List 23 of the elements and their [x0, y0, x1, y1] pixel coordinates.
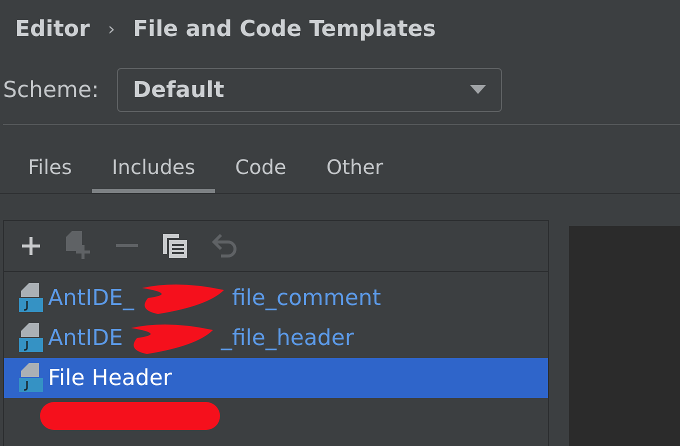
- scheme-label: Scheme:: [3, 78, 99, 102]
- tab[interactable]: Other: [306, 149, 404, 193]
- java-file-icon: [18, 283, 44, 313]
- java-file-icon: [18, 323, 44, 353]
- template-item[interactable]: AntIDE _file_header: [4, 318, 548, 358]
- template-item[interactable]: AntIDE_ file_comment: [4, 278, 548, 318]
- breadcrumb-parent[interactable]: Editor: [15, 16, 90, 42]
- template-name: AntIDE: [48, 326, 123, 350]
- tab[interactable]: Includes: [92, 149, 216, 193]
- template-name: File Header: [48, 366, 172, 390]
- add-icon[interactable]: [20, 235, 42, 257]
- breadcrumb-separator: ›: [108, 18, 116, 40]
- java-file-icon: [18, 363, 44, 393]
- template-name: AntIDE_: [48, 286, 134, 310]
- tab[interactable]: Files: [8, 149, 92, 193]
- copy-icon[interactable]: [162, 233, 188, 259]
- tab[interactable]: Code: [215, 149, 306, 193]
- template-name: _file_header: [220, 326, 354, 350]
- page-title: File and Code Templates: [133, 16, 436, 42]
- scheme-dropdown[interactable]: Default: [116, 68, 502, 112]
- template-name: file_comment: [232, 286, 381, 310]
- dropdown-arrow-icon: [470, 85, 486, 95]
- template-item[interactable]: File Header: [4, 358, 548, 398]
